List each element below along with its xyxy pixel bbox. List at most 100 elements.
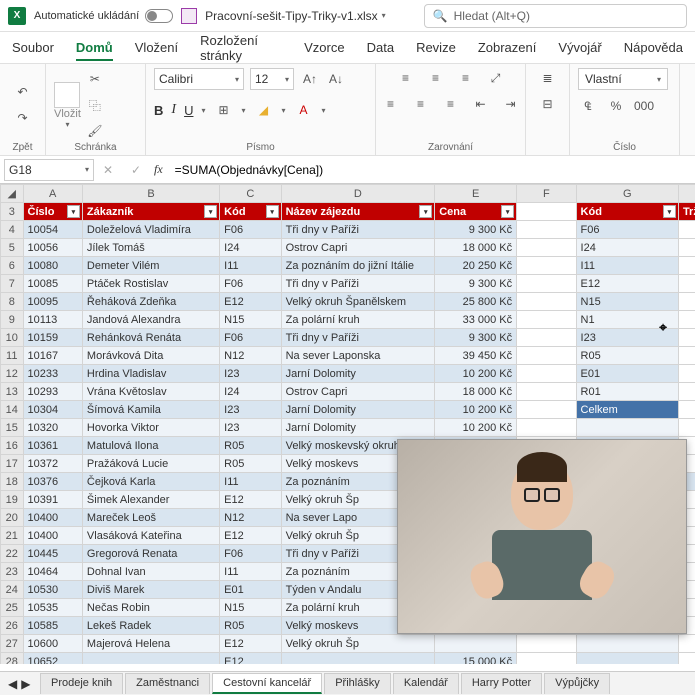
cell[interactable]: R05 (220, 437, 281, 455)
cell[interactable] (678, 329, 695, 347)
header-zakaznik[interactable]: Zákazník▾ (82, 203, 219, 221)
copy-icon[interactable]: ⿻ (85, 95, 105, 115)
number-format-select[interactable]: Vlastní▾ (578, 68, 668, 90)
cell[interactable]: 10 200 Kč (435, 365, 517, 383)
cell[interactable]: 10652 (23, 653, 82, 665)
cell[interactable]: N15 (220, 311, 281, 329)
cell[interactable]: Ptáček Rostislav (82, 275, 219, 293)
cell[interactable]: 10400 (23, 527, 82, 545)
sheet-tab[interactable]: Výpůjčky (544, 673, 610, 694)
cell[interactable] (517, 275, 576, 293)
tab-domu[interactable]: Domů (76, 40, 113, 61)
cell[interactable]: Dohnal Ivan (82, 563, 219, 581)
cell[interactable]: I23 (220, 365, 281, 383)
row-header[interactable]: 20 (1, 509, 24, 527)
cell[interactable]: Vlasáková Kateřina (82, 527, 219, 545)
cell[interactable]: 9 300 Kč (435, 275, 517, 293)
wrap-text-icon[interactable]: ≣ (538, 68, 558, 88)
tab-rozlozeni[interactable]: Rozložení stránky (200, 33, 282, 63)
save-icon[interactable] (181, 8, 197, 24)
cell[interactable]: N12 (220, 347, 281, 365)
row-header[interactable]: 16 (1, 437, 24, 455)
cell[interactable]: 10085 (23, 275, 82, 293)
cell[interactable]: 10 200 Kč (435, 419, 517, 437)
cell[interactable]: Pražáková Lucie (82, 455, 219, 473)
cell[interactable]: Jarní Dolomity (281, 419, 435, 437)
redo-icon[interactable]: ↷ (13, 108, 33, 128)
merge-icon[interactable]: ⊟ (538, 94, 558, 114)
tab-vlozeni[interactable]: Vložení (135, 40, 178, 55)
row-header[interactable]: 25 (1, 599, 24, 617)
cell[interactable]: E12 (220, 635, 281, 653)
cell[interactable]: R05 (220, 617, 281, 635)
cell[interactable]: 10167 (23, 347, 82, 365)
sheet-tab[interactable]: Přihlášky (324, 673, 391, 694)
autosave-toggle[interactable] (145, 9, 173, 23)
cell[interactable]: F06 (220, 275, 281, 293)
cell[interactable]: E12 (220, 293, 281, 311)
select-all[interactable]: ◢ (1, 185, 24, 203)
cell[interactable]: I23 (220, 419, 281, 437)
cell[interactable]: 10054 (23, 221, 82, 239)
cell[interactable]: Šímová Kamila (82, 401, 219, 419)
cell[interactable]: 10233 (23, 365, 82, 383)
cell[interactable]: 10056 (23, 239, 82, 257)
tab-vzorce[interactable]: Vzorce (304, 40, 344, 55)
cell[interactable]: Nečas Robin (82, 599, 219, 617)
cell[interactable] (678, 383, 695, 401)
cell[interactable]: 39 450 Kč (435, 347, 517, 365)
cell[interactable]: Hrdina Vladislav (82, 365, 219, 383)
search-box[interactable]: 🔍 Hledat (Alt+Q) (424, 4, 687, 28)
cell[interactable]: E01 (576, 365, 678, 383)
cell[interactable] (517, 365, 576, 383)
cell[interactable]: I23 (220, 401, 281, 419)
header-cislo[interactable]: Číslo▾ (23, 203, 82, 221)
row-header[interactable]: 7 (1, 275, 24, 293)
cell[interactable] (678, 419, 695, 437)
cell[interactable]: Hovorka Viktor (82, 419, 219, 437)
format-painter-icon[interactable]: 🖌 (85, 121, 105, 141)
align-right-icon[interactable]: ≡ (441, 94, 461, 114)
tab-zobrazeni[interactable]: Zobrazení (478, 40, 537, 55)
cell[interactable] (82, 653, 219, 665)
cell[interactable]: Jarní Dolomity (281, 365, 435, 383)
align-left-icon[interactable]: ≡ (381, 94, 401, 114)
cell[interactable]: Ostrov Capri (281, 383, 435, 401)
tab-soubor[interactable]: Soubor (12, 40, 54, 55)
cell[interactable]: E12 (576, 275, 678, 293)
cell[interactable]: 10535 (23, 599, 82, 617)
cell[interactable]: F06 (220, 545, 281, 563)
cell[interactable]: 9 300 Kč (435, 221, 517, 239)
tab-vyvojar[interactable]: Vývojář (558, 40, 601, 55)
tab-revize[interactable]: Revize (416, 40, 456, 55)
col-B[interactable]: B (82, 185, 219, 203)
cell[interactable]: 10080 (23, 257, 82, 275)
enter-formula-icon[interactable]: ✓ (126, 160, 146, 180)
sheet-tab[interactable]: Prodeje knih (40, 673, 123, 694)
row-header[interactable]: 5 (1, 239, 24, 257)
paste-icon[interactable] (54, 82, 80, 108)
cell[interactable] (517, 419, 576, 437)
cell[interactable]: Velký okruh Šp (281, 635, 435, 653)
cell[interactable]: 10530 (23, 581, 82, 599)
cell[interactable] (678, 653, 695, 665)
cell[interactable]: N15 (576, 293, 678, 311)
row-header[interactable]: 24 (1, 581, 24, 599)
cell[interactable] (678, 221, 695, 239)
cell[interactable] (678, 311, 695, 329)
underline-button[interactable]: U (184, 103, 193, 118)
row-header[interactable]: 11 (1, 347, 24, 365)
header-kod2[interactable]: Kód▾ (576, 203, 678, 221)
cell[interactable] (678, 401, 695, 419)
fx-icon[interactable]: fx (154, 162, 163, 177)
cell[interactable] (517, 329, 576, 347)
bold-button[interactable]: B (154, 103, 163, 118)
cell[interactable] (678, 275, 695, 293)
row-3[interactable]: 3 (1, 203, 24, 221)
col-C[interactable]: C (220, 185, 281, 203)
sheet-tab[interactable]: Zaměstnanci (125, 673, 210, 694)
cell[interactable]: F06 (576, 221, 678, 239)
row-header[interactable]: 18 (1, 473, 24, 491)
cell[interactable]: 33 000 Kč (435, 311, 517, 329)
cell[interactable]: N12 (220, 509, 281, 527)
